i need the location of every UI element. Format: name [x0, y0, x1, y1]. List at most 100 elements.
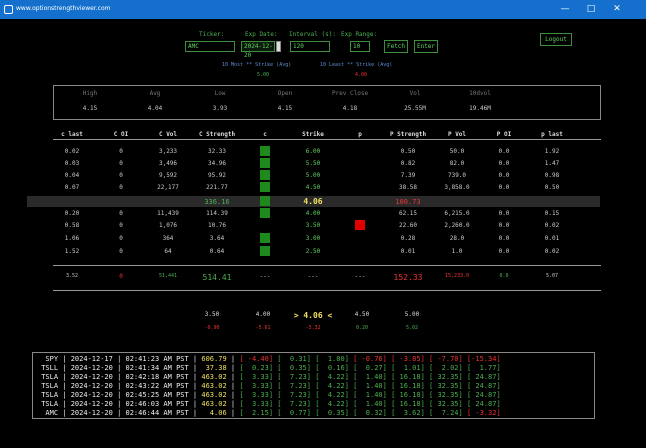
- most-strike-label: 10 Most ** Strike (Avg): [222, 62, 292, 68]
- table-cell: 0.0: [498, 222, 510, 229]
- atm-strike: 4.06: [303, 197, 323, 206]
- exp-date-input[interactable]: 2024-12-20: [241, 41, 275, 59]
- close-button[interactable]: ✕: [606, 2, 628, 17]
- ladder-strike: 4.50: [354, 311, 370, 318]
- ticker-history-panel[interactable]: SPY | 2024-12-17 | 02:41:23 AM PST | 606…: [32, 352, 595, 419]
- column-header: C Strength: [198, 131, 236, 138]
- ticker-price: 606.79: [201, 355, 227, 363]
- table-cell: 0: [119, 210, 123, 217]
- table-cell: 0.58: [64, 222, 80, 229]
- ticker-change: [ 2.02]: [429, 364, 463, 372]
- ticker-change: [ 0.77]: [277, 409, 311, 417]
- ticker-info: SPY | 2024-12-17 | 02:41:23 AM PST |: [37, 355, 202, 363]
- table-cell: 6,215.0: [444, 210, 470, 217]
- table-cell: 0.82: [400, 160, 416, 167]
- table-cell: 0.01: [544, 235, 560, 242]
- exp-date-label: Exp Date:: [245, 31, 278, 38]
- ladder-change: -5.61: [255, 325, 271, 331]
- ticker-info: TSLA | 2024-12-20 | 02:46:03 AM PST |: [37, 400, 202, 408]
- total-cell: 0: [119, 273, 123, 280]
- column-header: p: [358, 131, 362, 138]
- least-strike-label: 10 Least ** Strike (Avg): [320, 62, 393, 68]
- ladder-strike: 4.00: [255, 311, 271, 318]
- fetch-button[interactable]: Fetch: [384, 40, 408, 53]
- total-cell: ---: [307, 273, 319, 280]
- table-cell: 1,076: [158, 222, 178, 229]
- ticker-change: [ 24.87]: [466, 391, 501, 399]
- ladder-change: 0.20: [355, 325, 369, 331]
- interval-input[interactable]: 120: [290, 41, 330, 52]
- total-cell: ---: [259, 273, 271, 280]
- ticker-change: [ 0.32]: [353, 409, 387, 417]
- ticker-change: [ 3.33]: [239, 373, 274, 381]
- atm-put-strength: 100.73: [395, 198, 421, 206]
- ticker-input[interactable]: AMC: [185, 41, 235, 52]
- table-cell: 22.60: [398, 222, 418, 229]
- table-cell: 1.92: [544, 148, 560, 155]
- stat-label-low: Low: [214, 90, 226, 97]
- table-cell: 34.96: [207, 160, 227, 167]
- table-cell: 0.0: [498, 235, 510, 242]
- table-cell: 3.64: [209, 235, 225, 242]
- stat-label-avg: Avg: [149, 90, 161, 97]
- ticker-change: [ 16.18]: [391, 382, 425, 390]
- interval-label: Interval (s):: [289, 31, 336, 38]
- table-cell: 5.00: [305, 172, 321, 179]
- logout-button[interactable]: Logout: [540, 33, 572, 46]
- ticker-change: [ 0.35]: [277, 364, 311, 372]
- minimize-button[interactable]: —: [554, 2, 576, 17]
- ticker-row: AMC | 2024-12-20 | 02:46:44 AM PST | 4.0…: [37, 409, 501, 418]
- ticker-change: [ 0.35]: [315, 409, 349, 417]
- call-strength-indicator: [260, 233, 270, 243]
- column-header: P Strength: [389, 131, 427, 138]
- ticker-price: 463.02: [201, 373, 227, 381]
- table-cell: 0: [119, 160, 123, 167]
- table-cell: 0.03: [64, 160, 80, 167]
- total-cell: 15,233.0: [444, 273, 470, 279]
- table-cell: 0: [119, 222, 123, 229]
- ticker-label: Ticker:: [199, 31, 225, 38]
- put-strength-indicator: [355, 220, 365, 230]
- ladder-change: -0.90: [204, 325, 220, 331]
- table-cell: 62.15: [398, 210, 418, 217]
- separator: |: [226, 400, 240, 408]
- ticker-change: [ -4.40]: [239, 355, 274, 363]
- window-titlebar: www.optionstrengthviewer.com — □ ✕: [0, 0, 646, 19]
- table-cell: 3.50: [305, 222, 321, 229]
- table-cell: 50.0: [449, 148, 465, 155]
- ladder-strike: > 4.06 <: [293, 311, 333, 320]
- ticker-row: SPY | 2024-12-17 | 02:41:23 AM PST | 606…: [37, 355, 500, 364]
- date-picker-spinner[interactable]: [276, 41, 281, 52]
- table-cell: 0.0: [498, 210, 510, 217]
- ticker-change: [ -7.70]: [429, 355, 463, 363]
- total-cell: 152.33: [393, 273, 423, 282]
- ticker-change: [ 16.18]: [391, 373, 425, 381]
- ticker-change: [ 32.35]: [429, 391, 463, 399]
- ticker-change: [ 1.40]: [353, 391, 387, 399]
- ticker-row: TSLA | 2024-12-20 | 02:42:18 AM PST | 46…: [37, 373, 500, 382]
- ticker-change: [ 0.31]: [277, 355, 311, 363]
- ticker-price: 463.02: [201, 400, 227, 408]
- ticker-change: [ 1.40]: [353, 382, 387, 390]
- table-cell: 6.00: [305, 148, 321, 155]
- ticker-change: [ -3.32]: [466, 409, 501, 417]
- table-cell: 0.0: [498, 160, 510, 167]
- table-cell: 0.01: [400, 248, 416, 255]
- ticker-row: TSLL | 2024-12-20 | 02:41:34 AM PST | 37…: [37, 364, 500, 373]
- table-cell: 0.02: [64, 148, 80, 155]
- table-cell: 10.76: [207, 222, 227, 229]
- call-strength-indicator: [260, 158, 270, 168]
- ticker-row: TSLA | 2024-12-20 | 02:46:03 AM PST | 46…: [37, 400, 500, 409]
- table-cell: 0.02: [544, 248, 560, 255]
- enter-button[interactable]: Enter: [414, 40, 438, 53]
- table-cell: 0.15: [544, 210, 560, 217]
- table-cell: 22,177: [157, 184, 179, 191]
- table-cell: 1.47: [544, 160, 560, 167]
- stat-value-10dvol: 19.46M: [469, 105, 491, 112]
- ticker-price: 463.02: [201, 382, 227, 390]
- ticker-change: [ 7.23]: [277, 373, 311, 381]
- exp-range-input[interactable]: 10: [350, 41, 370, 52]
- column-header: c: [263, 131, 267, 138]
- ticker-change: [ 0.23]: [239, 364, 274, 372]
- maximize-button[interactable]: □: [580, 2, 602, 17]
